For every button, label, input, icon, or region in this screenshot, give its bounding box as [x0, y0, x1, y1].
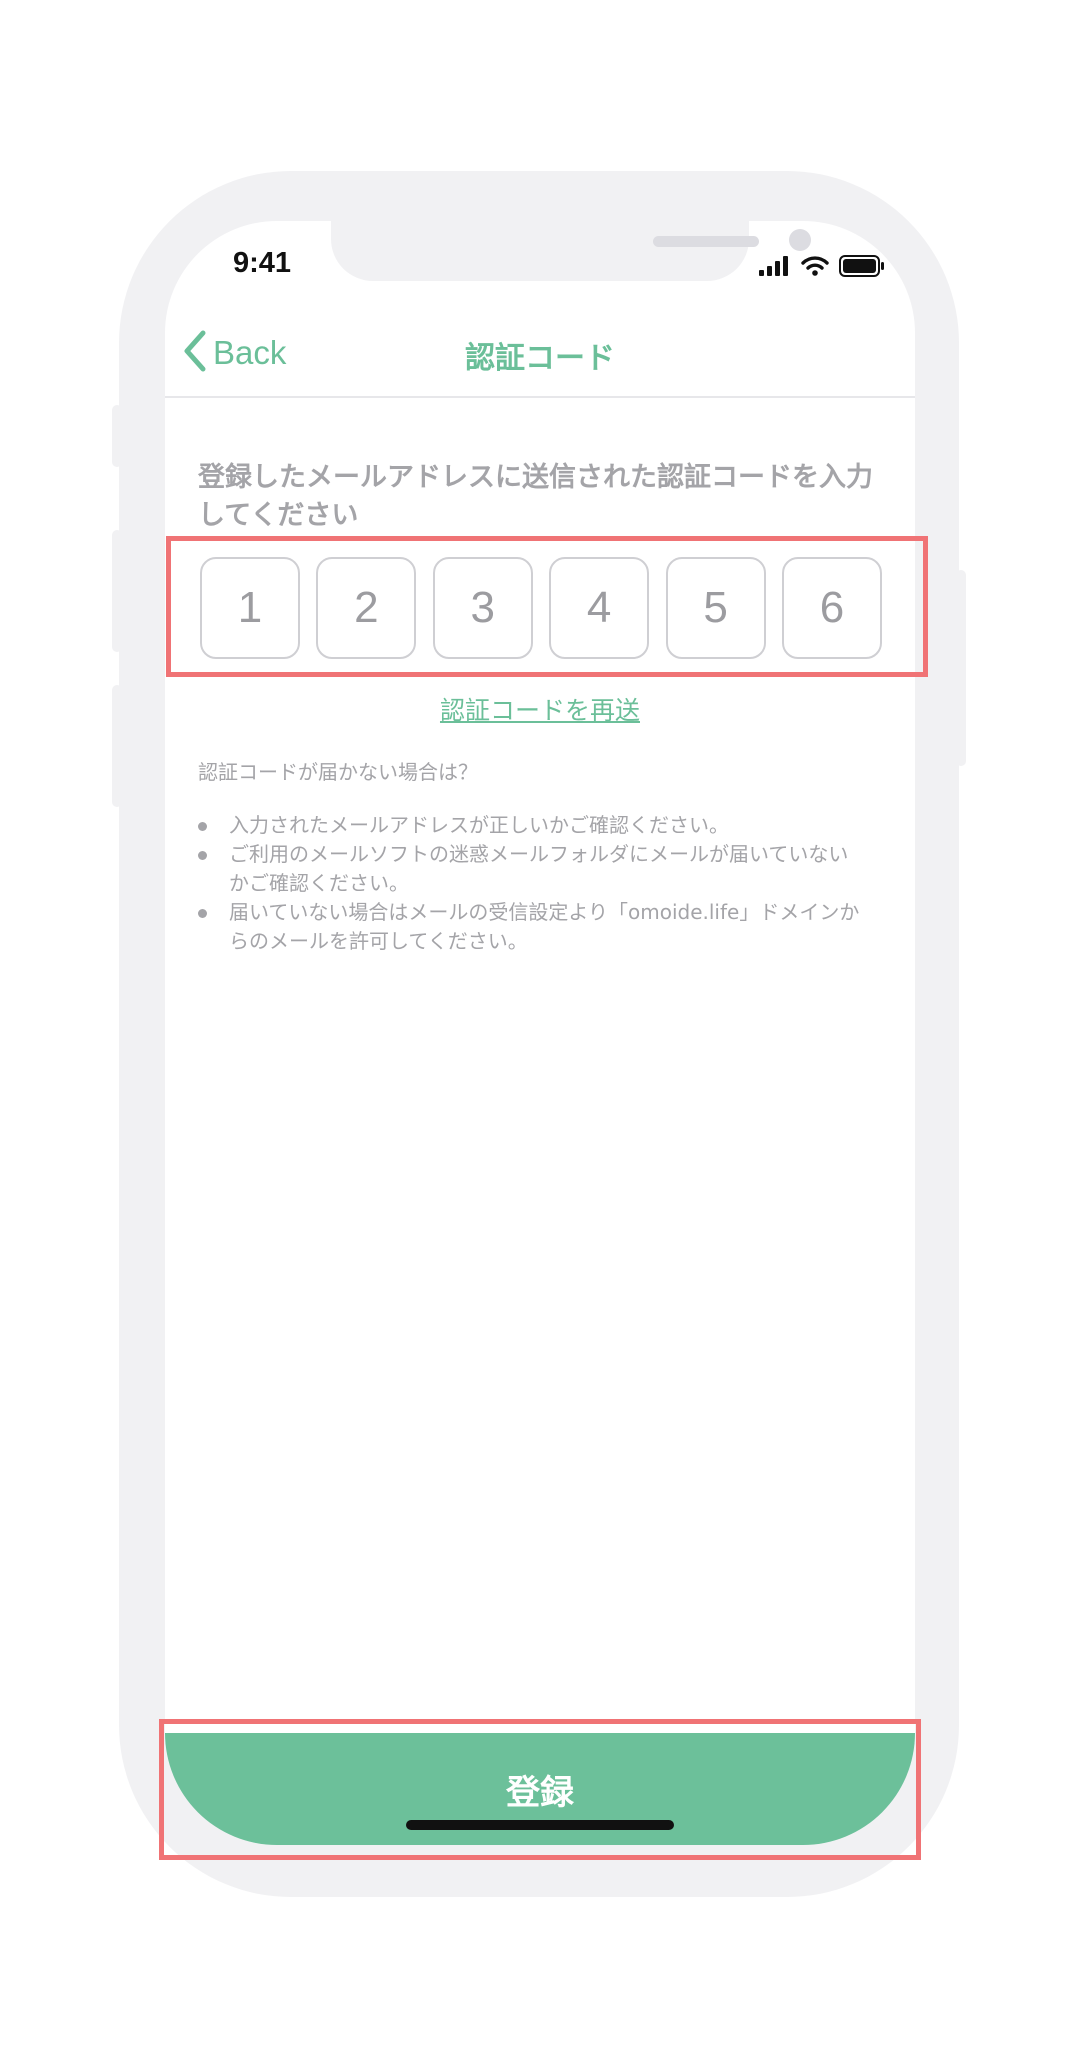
- status-icons: [759, 255, 885, 281]
- bullet-icon: [198, 909, 207, 918]
- help-title: 認証コードが届かない場合は？: [198, 760, 478, 784]
- battery-icon: [839, 255, 885, 281]
- home-indicator: [406, 1820, 674, 1830]
- register-button-label: 登録: [506, 1773, 574, 1813]
- help-list-item: 届いていない場合はメールの受信設定より「omoide.life」ドメインからのメ…: [198, 898, 868, 956]
- phone-screen: 9:41 Back 認証コード 登録したメールアドレスに送信された認証コードを入…: [165, 221, 915, 1845]
- side-button-mute: [112, 405, 122, 467]
- speaker-grille: [653, 236, 759, 247]
- notch: [331, 221, 811, 281]
- front-camera: [789, 229, 811, 251]
- code-digit-box[interactable]: 5: [665, 557, 766, 659]
- help-list-item: 入力されたメールアドレスが正しいかご確認ください。: [198, 811, 868, 840]
- code-digit-box[interactable]: 3: [432, 557, 533, 659]
- wifi-icon: [801, 256, 829, 280]
- page-title: 認証コード: [465, 341, 615, 376]
- side-button-volume-down: [112, 685, 122, 807]
- bullet-icon: [198, 851, 207, 860]
- code-digit-box[interactable]: 1: [200, 557, 300, 659]
- resend-code-link[interactable]: 認証コードを再送: [165, 691, 915, 727]
- side-button-power: [956, 570, 966, 766]
- help-list-item: ご利用のメールソフトの迷惑メールフォルダにメールが届いていないかご確認ください。: [198, 840, 868, 898]
- code-digit-box[interactable]: 2: [316, 557, 417, 659]
- side-button-volume-up: [112, 530, 122, 652]
- instruction-text: 登録したメールアドレスに送信された認証コードを入力してください: [198, 462, 873, 531]
- bullet-icon: [198, 822, 207, 831]
- code-digit-box[interactable]: 6: [781, 557, 882, 659]
- help-item-text: 届いていない場合はメールの受信設定より「omoide.life」ドメインからのメ…: [229, 900, 860, 953]
- help-list: 入力されたメールアドレスが正しいかご確認ください。 ご利用のメールソフトの迷惑メ…: [198, 811, 868, 956]
- code-digit-box[interactable]: 4: [549, 557, 650, 659]
- help-item-text: ご利用のメールソフトの迷惑メールフォルダにメールが届いていないかご確認ください。: [229, 842, 849, 895]
- verification-code-input: 1 2 3 4 5 6: [200, 557, 882, 659]
- help-item-text: 入力されたメールアドレスが正しいかご確認ください。: [229, 813, 729, 837]
- navigation-bar: Back 認証コード: [165, 311, 915, 398]
- cellular-signal-icon: [759, 256, 791, 280]
- status-time: 9:41: [233, 247, 292, 279]
